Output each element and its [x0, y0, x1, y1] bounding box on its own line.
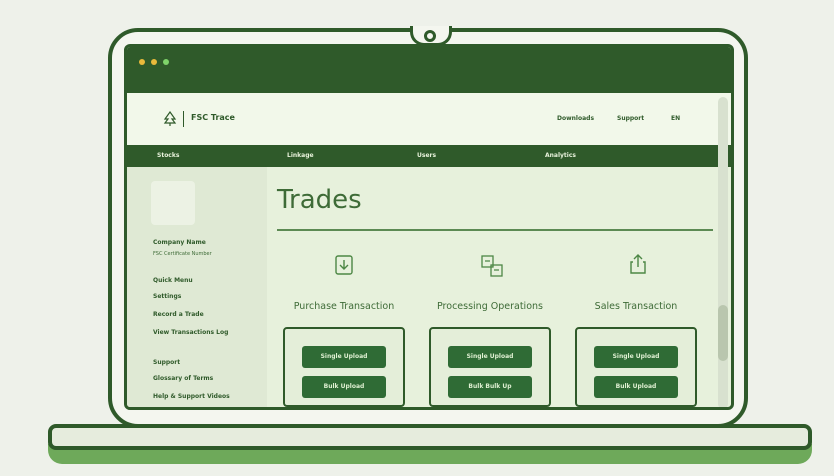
processing-operations-card: Single Upload Bulk Bulk Up — [429, 327, 551, 407]
tab-users[interactable]: Users — [417, 152, 436, 159]
title-divider — [277, 229, 713, 231]
sidebar-item-settings[interactable]: Settings — [153, 293, 181, 300]
brand-name[interactable]: FSC Trace — [191, 113, 235, 122]
scrollbar-thumb[interactable] — [718, 305, 728, 361]
processing-single-upload-button[interactable]: Single Upload — [448, 346, 532, 368]
laptop-screen: FSC Trace Downloads Support EN Stocks Li… — [124, 44, 734, 410]
sidebar-item-transactions-log[interactable]: View Transactions Log — [153, 329, 228, 336]
sidebar-item-record-trade[interactable]: Record a Trade — [153, 311, 204, 318]
window-dot-1[interactable] — [139, 59, 145, 65]
purchase-single-upload-button[interactable]: Single Upload — [302, 346, 386, 368]
purchase-transaction-card: Single Upload Bulk Upload — [283, 327, 405, 407]
laptop-base — [48, 424, 812, 450]
nav-language[interactable]: EN — [671, 115, 680, 122]
nav-downloads[interactable]: Downloads — [557, 115, 594, 122]
sidebar: Company Name FSC Certificate Number Quic… — [127, 167, 267, 407]
processing-bulk-upload-button[interactable]: Bulk Bulk Up — [448, 376, 532, 398]
browser-titlebar — [127, 47, 731, 93]
sales-transaction-card: Single Upload Bulk Upload — [575, 327, 697, 407]
logo-divider — [183, 111, 184, 127]
tab-analytics[interactable]: Analytics — [545, 152, 576, 159]
certificate-number: FSC Certificate Number — [153, 251, 212, 257]
sales-bulk-upload-button[interactable]: Bulk Upload — [594, 376, 678, 398]
tab-linkage[interactable]: Linkage — [287, 152, 314, 159]
quick-menu-heading: Quick Menu — [153, 277, 193, 284]
company-logo-placeholder — [151, 181, 195, 225]
purchase-bulk-upload-button[interactable]: Bulk Upload — [302, 376, 386, 398]
sales-single-upload-button[interactable]: Single Upload — [594, 346, 678, 368]
download-icon[interactable] — [335, 255, 353, 279]
tab-stocks[interactable]: Stocks — [157, 152, 179, 159]
sidebar-item-help-videos[interactable]: Help & Support Videos — [153, 393, 230, 400]
scrollbar-track[interactable] — [718, 97, 728, 407]
window-dot-3[interactable] — [163, 59, 169, 65]
sales-transaction-title: Sales Transaction — [594, 301, 678, 312]
purchase-transaction-title: Purchase Transaction — [293, 301, 395, 312]
tree-icon — [163, 110, 177, 131]
company-name: Company Name — [153, 239, 206, 246]
processing-icon[interactable] — [481, 255, 503, 281]
nav-support[interactable]: Support — [617, 115, 644, 122]
support-heading: Support — [153, 359, 181, 366]
processing-operations-title: Processing Operations — [437, 301, 543, 312]
window-dot-2[interactable] — [151, 59, 157, 65]
camera-icon — [424, 30, 436, 42]
sidebar-item-glossary[interactable]: Glossary of Terms — [153, 375, 213, 382]
site-header: FSC Trace Downloads Support EN — [127, 93, 731, 145]
upload-icon[interactable] — [629, 253, 647, 279]
page-title: Trades — [277, 185, 362, 215]
main-navbar: Stocks Linkage Users Analytics — [127, 145, 731, 167]
